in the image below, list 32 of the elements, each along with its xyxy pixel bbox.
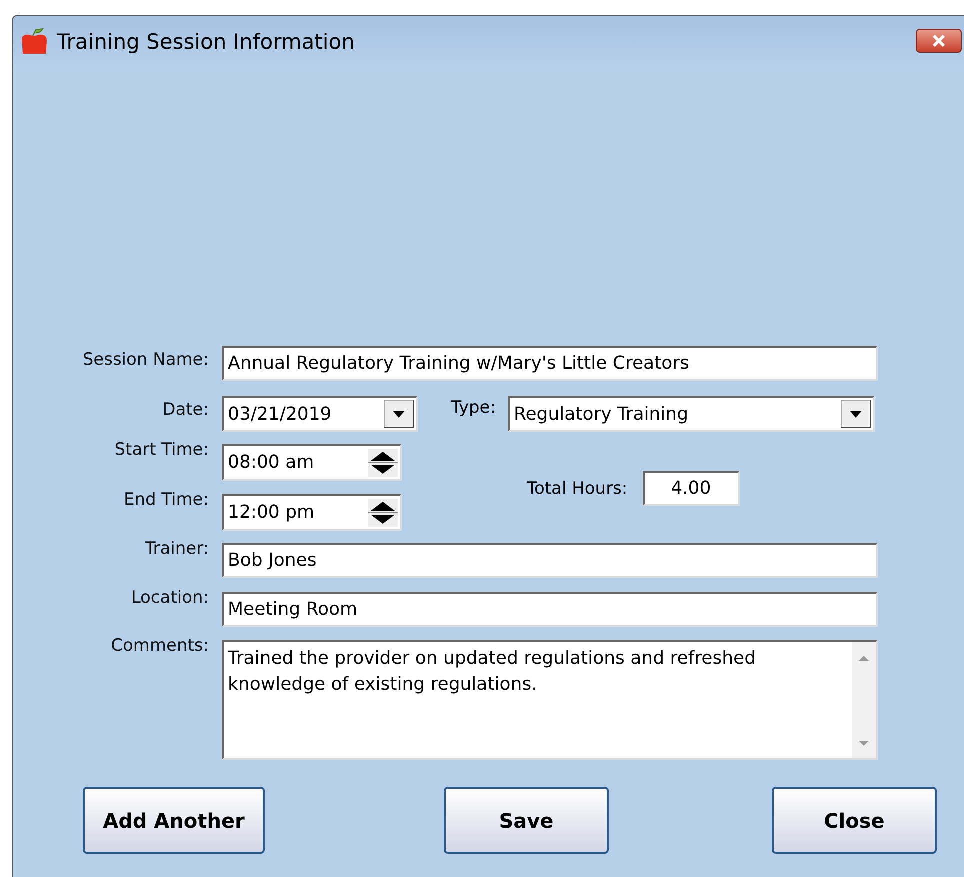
scroll-down-icon <box>858 740 870 748</box>
date-dropdown[interactable]: 03/21/2019 <box>222 396 418 432</box>
dropdown-arrow-icon <box>393 410 405 418</box>
apple-icon <box>19 28 49 56</box>
field-label: End Time: <box>122 490 209 510</box>
comments-field[interactable]: Trained the provider on updated regulations and refreshed knowledge of existing regulations. <box>222 640 878 760</box>
field-label: Comments: <box>110 636 209 656</box>
field-label: Date: <box>162 399 209 420</box>
dropdown-arrow-icon <box>850 410 862 418</box>
close-icon <box>931 35 947 47</box>
total-hours-field[interactable]: 4.00 <box>642 471 740 506</box>
end-time-field[interactable]: 12:00 pm <box>222 494 402 531</box>
field-label: Session Name: <box>82 349 209 370</box>
dialog-button[interactable]: Close <box>772 787 937 854</box>
location-field[interactable]: Meeting Room <box>222 592 878 627</box>
scroll-up-icon <box>858 654 870 662</box>
scrollbar[interactable] <box>852 642 876 758</box>
field-label: Trainer: <box>144 539 209 559</box>
spinner-icon <box>368 498 398 526</box>
close-button[interactable] <box>916 29 962 53</box>
session-name-field[interactable]: Annual Regulatory Training w/Mary's Little Creators <box>222 346 878 381</box>
start-time-field[interactable]: 08:00 am <box>222 444 402 481</box>
dialog-button[interactable]: Save <box>444 787 609 854</box>
field-label: Total Hours: <box>527 478 628 498</box>
field-label: Start Time: <box>114 440 209 460</box>
type-dropdown[interactable]: Regulatory Training <box>508 396 875 432</box>
field-label: Location: <box>130 588 209 608</box>
trainer-field[interactable]: Bob Jones <box>222 543 878 578</box>
dialog-button[interactable]: Add Another <box>83 787 265 854</box>
window-title: Training Session Information <box>57 30 355 54</box>
field-label: Type: <box>450 397 496 418</box>
spinner-icon <box>368 448 398 476</box>
